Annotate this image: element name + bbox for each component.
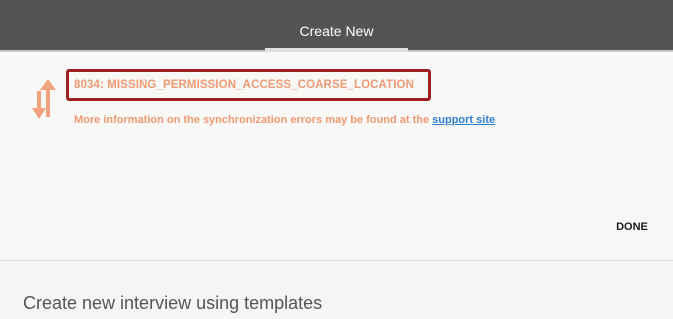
sync-arrows-icon [32, 79, 56, 119]
sync-error-dialog: 8034: MISSING_PERMISSION_ACCESS_COARSE_L… [0, 52, 673, 261]
tab-create-new[interactable]: Create New [265, 0, 408, 52]
error-info-text: More information on the synchronization … [74, 114, 495, 126]
done-button[interactable]: DONE [604, 214, 660, 240]
error-info-message: More information on the synchronization … [74, 114, 433, 126]
tab-create-new-label: Create New [299, 23, 374, 39]
section-title: Create new interview using templates [23, 293, 323, 313]
support-site-link[interactable]: support site [432, 114, 495, 126]
top-app-bar: Create New [0, 0, 673, 52]
error-code-text: 8034: MISSING_PERMISSION_ACCESS_COARSE_L… [74, 79, 414, 91]
